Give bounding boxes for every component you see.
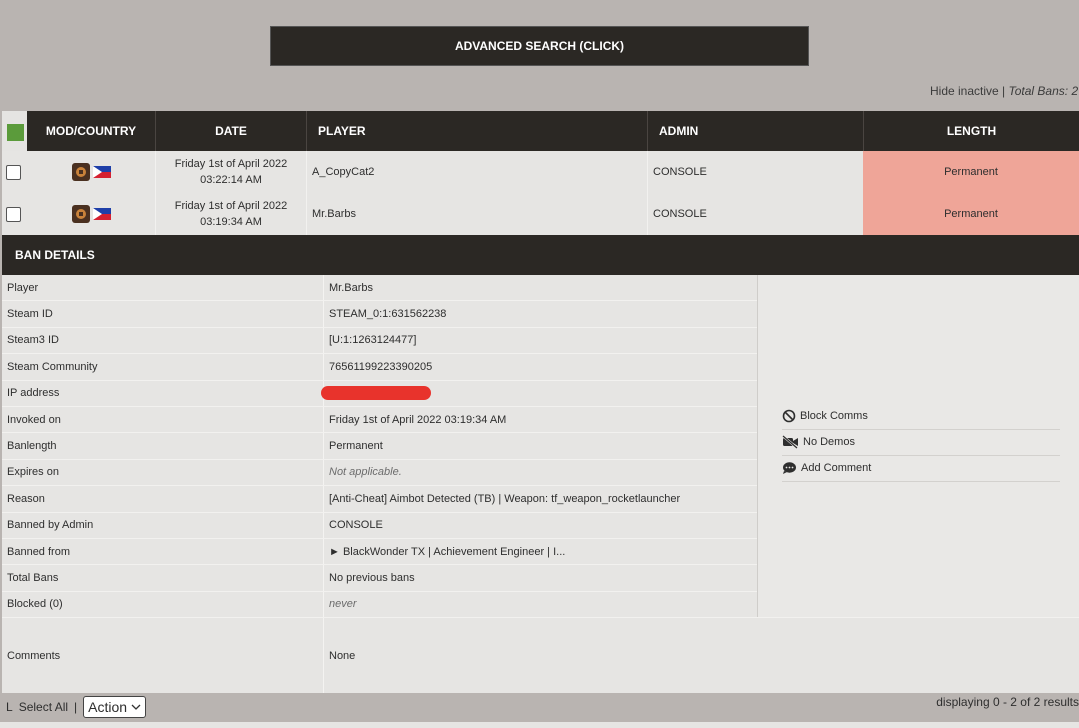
tf2-mod-icon: [72, 205, 90, 223]
comments-label: Comments: [2, 618, 324, 695]
ban-admin: CONSOLE: [647, 193, 863, 235]
detail-label: Steam3 ID: [2, 327, 324, 354]
detail-label: Banned from: [2, 538, 324, 565]
detail-value[interactable]: ► BlackWonder TX | Achievement Engineer …: [324, 539, 755, 564]
detail-label: Banned by Admin: [2, 512, 324, 538]
philippines-flag-icon: [93, 166, 111, 178]
header-admin[interactable]: ADMIN: [647, 111, 863, 151]
detail-label: IP address: [2, 380, 324, 406]
ban-row[interactable]: Friday 1st of April 2022 03:22:14 AM A_C…: [0, 151, 1079, 193]
philippines-flag-icon: [93, 208, 111, 220]
advanced-search-button[interactable]: ADVANCED SEARCH (CLICK): [270, 26, 809, 66]
detail-label: Reason: [2, 486, 324, 512]
detail-label: Total Bans: [2, 565, 324, 591]
ban-date-line2: 03:19:34 AM: [200, 216, 262, 228]
row-checkbox[interactable]: [6, 164, 21, 180]
header-mod-country[interactable]: MOD/COUNTRY: [27, 111, 155, 151]
action-select-value: Action: [88, 699, 128, 715]
ban-date: Friday 1st of April 2022 03:22:14 AM: [155, 151, 306, 193]
table-header: MOD/COUNTRY DATE PLAYER ADMIN LENGTH: [0, 111, 1079, 151]
select-all-header-cell: [0, 111, 27, 151]
total-bans-count: Total Bans: 2: [1008, 84, 1079, 98]
ban-actions-panel: Block Comms No Demos Add Comment: [757, 275, 1079, 617]
top-info: Hide inactive | Total Bans: 2: [930, 84, 1078, 98]
no-demos-action[interactable]: No Demos: [782, 429, 1060, 456]
results-count: displaying 0 - 2 of 2 results: [936, 695, 1079, 709]
detail-value: STEAM_0:1:631562238: [329, 308, 447, 321]
ban-player: Mr.Barbs: [306, 193, 647, 235]
header-player[interactable]: PLAYER: [306, 111, 647, 151]
detail-label: Blocked (0): [2, 591, 324, 618]
ban-details-title: BAN DETAILS: [0, 235, 1079, 275]
detail-label: Expires on: [2, 459, 324, 486]
l-label: L: [6, 700, 13, 714]
chevron-down-icon: [131, 704, 141, 710]
comments-row: Comments None: [2, 618, 1079, 695]
add-comment-action[interactable]: Add Comment: [782, 455, 1060, 482]
hide-inactive-link[interactable]: Hide inactive: [930, 84, 999, 98]
detail-value: Friday 1st of April 2022 03:19:34 AM: [329, 413, 507, 426]
block-comms-label: Block Comms: [800, 410, 868, 422]
detail-value: Not applicable.: [329, 466, 402, 479]
top-info-separator: |: [1002, 84, 1006, 98]
block-comms-action[interactable]: Block Comms: [782, 403, 1060, 430]
footer-bar: L Select All | Action displaying 0 - 2 o…: [0, 693, 1079, 723]
ip-redaction-mark: [321, 386, 431, 401]
action-select[interactable]: Action: [83, 696, 147, 718]
detail-value: [Anti-Cheat] Aimbot Detected (TB) | Weap…: [329, 492, 681, 505]
bottom-strip: [0, 722, 1079, 728]
detail-label: Player: [2, 275, 324, 301]
comments-value: None: [329, 650, 356, 663]
header-length[interactable]: LENGTH: [863, 111, 1079, 151]
detail-label: Steam ID: [2, 301, 324, 327]
detail-value: CONSOLE: [329, 519, 383, 532]
ban-row[interactable]: Friday 1st of April 2022 03:19:34 AM Mr.…: [0, 193, 1079, 235]
ban-date-line1: Friday 1st of April 2022: [174, 158, 288, 170]
detail-value: [U:1:1263124477]: [329, 334, 417, 347]
detail-value[interactable]: 76561199223390205: [324, 354, 755, 379]
ban-player: A_CopyCat2: [306, 151, 647, 193]
detail-value: never: [329, 598, 357, 611]
bans-panel: MOD/COUNTRY DATE PLAYER ADMIN LENGTH Fri…: [0, 111, 1079, 695]
no-demos-label: No Demos: [803, 436, 855, 448]
footer-actions: L Select All | Action: [6, 696, 147, 718]
detail-value: Mr.Barbs: [329, 281, 374, 294]
detail-value: [321, 381, 755, 406]
select-all-toggle[interactable]: [7, 124, 24, 141]
header-date[interactable]: DATE: [155, 111, 306, 151]
tf2-mod-icon: [72, 163, 90, 181]
ban-date-line1: Friday 1st of April 2022: [174, 200, 288, 212]
ban-date-line2: 03:22:14 AM: [200, 174, 262, 186]
detail-label: Invoked on: [2, 406, 324, 433]
ban-length: Permanent: [863, 151, 1079, 193]
comment-icon: [783, 462, 796, 474]
row-checkbox[interactable]: [6, 206, 21, 222]
footer-separator: |: [74, 700, 78, 714]
add-comment-label: Add Comment: [801, 462, 872, 474]
detail-value: Permanent: [329, 440, 383, 453]
block-icon: [782, 409, 796, 423]
select-all-link[interactable]: Select All: [19, 700, 68, 714]
detail-value: No previous bans: [329, 571, 415, 584]
ban-date: Friday 1st of April 2022 03:19:34 AM: [155, 193, 306, 235]
ban-length: Permanent: [863, 193, 1079, 235]
ban-details: Player Mr.Barbs Steam ID STEAM_0:1:63156…: [0, 275, 1079, 695]
detail-label: Banlength: [2, 433, 324, 459]
video-slash-icon: [782, 435, 798, 449]
ban-admin: CONSOLE: [647, 151, 863, 193]
detail-label: Steam Community: [2, 354, 324, 380]
